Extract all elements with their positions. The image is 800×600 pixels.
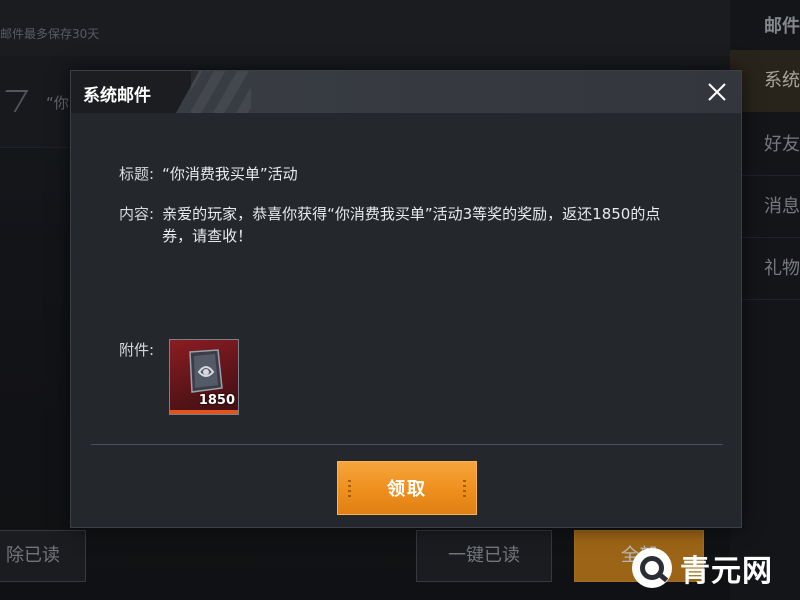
dialog-title: 系统邮件 xyxy=(83,86,151,106)
rarity-bar xyxy=(170,410,238,414)
q-logo-icon xyxy=(632,548,672,588)
button-decoration-right xyxy=(463,480,466,498)
header-decoration xyxy=(191,71,251,113)
coupon-icon xyxy=(189,349,223,393)
claim-button[interactable]: 领取 xyxy=(337,461,477,515)
attachment-quantity: 1850 xyxy=(198,393,235,408)
content-value: 亲爱的玩家，恭喜你获得“你消费我买单”活动3等奖的奖励，返还1850的点券，请查… xyxy=(162,205,661,245)
attachment-label: 附件: xyxy=(119,341,155,359)
close-button[interactable] xyxy=(693,71,741,113)
close-icon xyxy=(708,83,726,101)
divider xyxy=(91,444,723,445)
subject-value: “你消费我买单”活动 xyxy=(162,165,298,183)
site-watermark: 青元网 xyxy=(632,544,773,592)
subject-label: 标题: xyxy=(119,165,155,183)
screen: 邮件最多保存30天 “你 邮件 系统 好友 消息 礼物 除已读 一键已读 全部 … xyxy=(0,0,800,600)
system-mail-dialog: 系统邮件 标题: “你消费我买单”活动 内容: 亲爱的玩家，恭喜你获得“你消费我… xyxy=(70,70,742,528)
claim-button-label: 领取 xyxy=(387,479,427,500)
dialog-header: 系统邮件 xyxy=(71,71,741,113)
subject-row: 标题: “你消费我买单”活动 xyxy=(119,163,298,185)
dialog-body: 标题: “你消费我买单”活动 内容: 亲爱的玩家，恭喜你获得“你消费我买单”活动… xyxy=(71,113,741,527)
content-label: 内容: xyxy=(119,205,155,223)
content-row: 内容: 亲爱的玩家，恭喜你获得“你消费我买单”活动3等奖的奖励，返还1850的点… xyxy=(119,203,719,247)
button-decoration-left xyxy=(348,480,351,498)
attachment-item[interactable]: 1850 xyxy=(169,339,239,415)
watermark-text: 青元网 xyxy=(680,554,773,589)
